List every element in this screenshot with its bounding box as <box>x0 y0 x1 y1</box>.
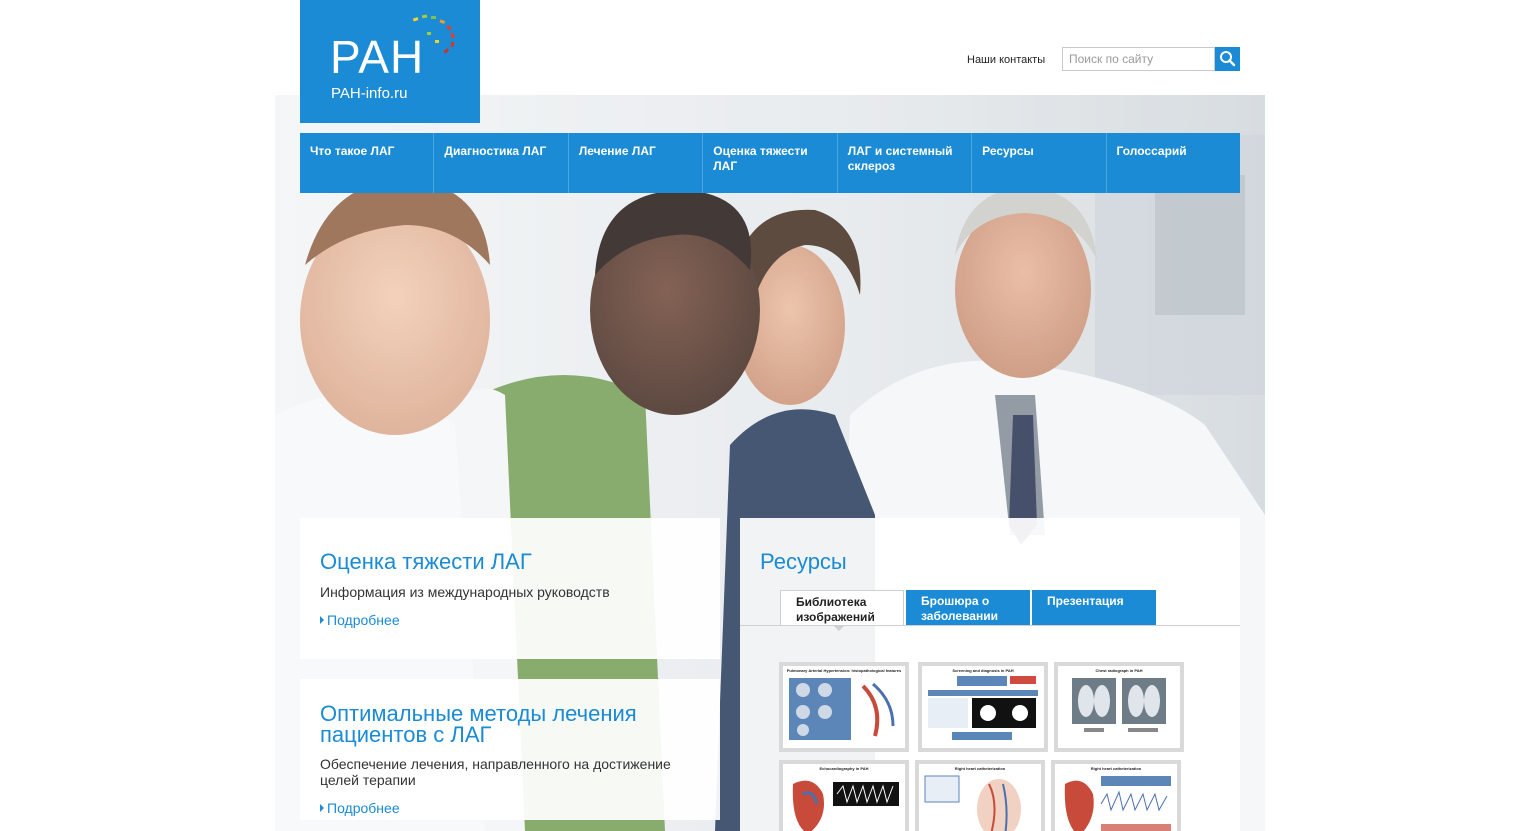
thumbnail-caption: Right heart catheterization <box>954 766 1006 771</box>
thumbnail-slide: Right heart catheterization <box>1055 764 1177 831</box>
severity-more-link[interactable]: Подробнее <box>320 612 400 628</box>
echocardiography-figure <box>792 780 899 831</box>
main-navigation: Что такое ЛАГ Диагностика ЛАГ Лечение ЛА… <box>300 133 1240 193</box>
tab-image-library[interactable]: Библиотека изображений <box>780 590 904 626</box>
treatment-card-title: Оптимальные методы лечения пациентов с Л… <box>320 701 637 747</box>
image-thumbnail[interactable]: Pulmonary Arterial Hypertension: histopa… <box>779 662 909 752</box>
image-thumbnail[interactable]: Right heart catheterization <box>1051 760 1181 831</box>
page: PAH PAH-info.ru Наши контакты Что такое … <box>275 0 1265 831</box>
search-input[interactable] <box>1062 47 1215 71</box>
logo-domain-text: PAH-info.ru <box>331 85 408 102</box>
logo-dots-icon <box>412 14 455 54</box>
chest-xray-figure <box>1072 678 1166 732</box>
thumbnail-caption: Screening and diagnosis in PAH <box>952 668 1014 673</box>
screening-diagram-figure <box>928 676 1038 740</box>
tabs-divider <box>740 625 1240 626</box>
triangle-right-icon <box>320 616 324 624</box>
nav-item-diagnostics[interactable]: Диагностика ЛАГ <box>434 133 569 193</box>
resources-card-title: Ресурсы <box>760 549 847 574</box>
thumbnail-slide: Pulmonary Arterial Hypertension: histopa… <box>783 666 905 748</box>
contacts-link[interactable]: Наши контакты <box>967 54 1045 66</box>
tab-presentation[interactable]: Презентация <box>1032 590 1156 626</box>
image-thumbnail[interactable]: Screening and diagnosis in PAH <box>918 662 1048 752</box>
search-icon <box>1220 51 1236 67</box>
severity-card-text: Информация из международных руководств <box>320 584 610 600</box>
image-thumbnail[interactable]: Chest radiograph in PAH <box>1054 662 1184 752</box>
resources-card: Ресурсы Библиотека изображений Брошюра о… <box>740 518 1240 831</box>
active-tab-pointer <box>833 625 845 631</box>
treatment-card: Оптимальные методы лечения пациентов с Л… <box>300 679 720 820</box>
thumbnail-caption: Chest radiograph in PAH <box>1095 668 1143 673</box>
triangle-right-icon <box>320 804 324 812</box>
treatment-more-label: Подробнее <box>327 800 400 816</box>
nav-item-resources[interactable]: Ресурсы <box>972 133 1107 193</box>
thumbnail-caption: Pulmonary Arterial Hypertension: histopa… <box>786 668 902 673</box>
image-thumbnail[interactable]: Echocardiography in PAH <box>779 760 909 831</box>
thumbnail-slide: Echocardiography in PAH <box>783 764 905 831</box>
image-thumbnail[interactable]: Right heart catheterization <box>915 760 1045 831</box>
thumbnail-slide: Screening and diagnosis in PAH <box>922 666 1044 748</box>
severity-card: Оценка тяжести ЛАГ Информация из междуна… <box>300 518 720 659</box>
thumbnail-caption: Echocardiography in PAH <box>819 766 869 771</box>
treatment-card-text: Обеспечение лечения, направленного на до… <box>320 756 671 788</box>
nav-item-treatment[interactable]: Лечение ЛАГ <box>568 133 704 193</box>
site-logo[interactable]: PAH PAH-info.ru <box>300 0 480 123</box>
severity-more-label: Подробнее <box>327 612 400 628</box>
nav-item-what-is-pah[interactable]: Что такое ЛАГ <box>300 133 435 193</box>
nav-item-glossary[interactable]: Голоссарий <box>1106 133 1240 193</box>
thumbnail-slide: Right heart catheterization <box>919 764 1041 831</box>
tab-disease-brochure[interactable]: Брошюра о заболевании <box>906 590 1030 626</box>
nav-item-severity[interactable]: Оценка тяжести ЛАГ <box>703 133 838 193</box>
thumbnail-caption: Right heart catheterization <box>1090 766 1142 771</box>
nav-item-systemic-sclerosis[interactable]: ЛАГ и системный склероз <box>837 133 973 193</box>
severity-card-title: Оценка тяжести ЛАГ <box>320 549 532 574</box>
catheterization-figure <box>924 775 1021 831</box>
search-button[interactable] <box>1215 47 1240 71</box>
resources-tabs: Библиотека изображений Брошюра о заболев… <box>780 590 1158 626</box>
catheterization-pressure-figure <box>1064 776 1171 831</box>
histopathology-figure <box>789 678 895 740</box>
treatment-more-link[interactable]: Подробнее <box>320 800 400 816</box>
thumbnail-slide: Chest radiograph in PAH <box>1058 666 1180 748</box>
